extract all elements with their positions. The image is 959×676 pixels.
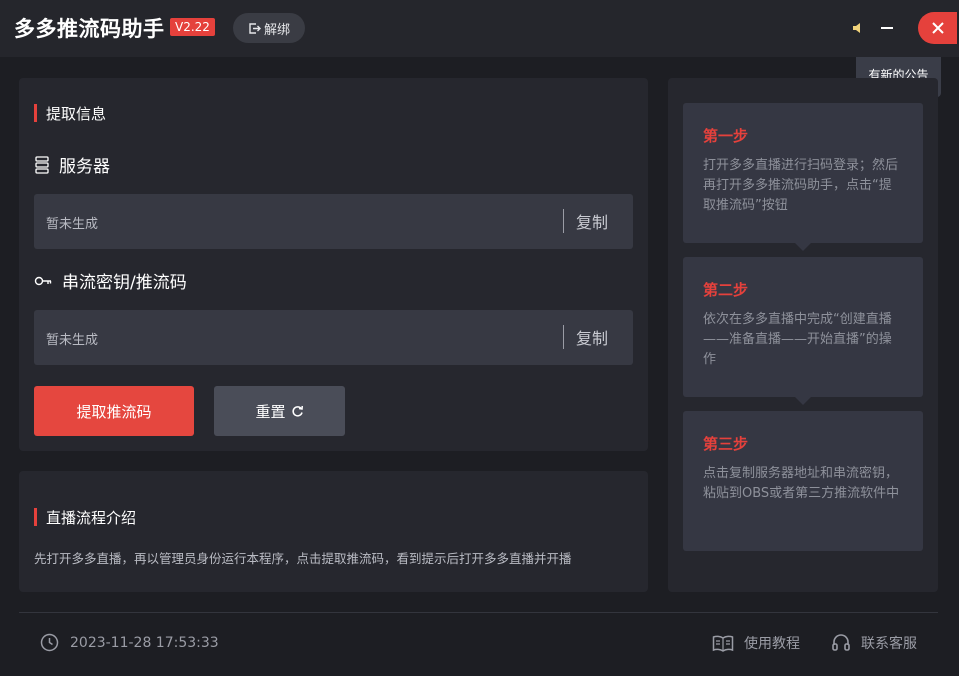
datetime-text: 2023-11-28 17:53:33 [70,634,219,651]
minimize-icon[interactable] [878,19,896,37]
copy-server-button[interactable]: 复制 [576,209,608,233]
intro-panel: 直播流程介绍 先打开多多直播，再以管理员身份运行本程序，点击提取推流码，看到提示… [19,471,648,592]
reset-label: 重置 [255,402,286,421]
step-card: 第三步 点击复制服务器地址和串流密钥，粘贴到OBS或者第三方推流软件中 [683,411,923,551]
refresh-icon [291,405,303,417]
headset-icon [832,634,850,651]
unbind-button[interactable]: 解绑 [233,13,305,43]
step-card: 第一步 打开多多直播进行扫码登录；然后再打开多多推流码助手，点击“提取推流码”按… [683,103,923,251]
step-card: 第二步 依次在多多直播中完成“创建直播——准备直播——开始直播”的操作 [683,257,923,405]
extract-section-title: 提取信息 [34,103,106,124]
step-title: 第三步 [703,435,749,453]
clock-icon [40,633,59,652]
key-label-row: 串流密钥/推流码 [34,268,187,293]
exit-icon [249,22,261,34]
key-field: 暂未生成 复制 [34,310,633,365]
step-desc: 点击复制服务器地址和串流密钥，粘贴到OBS或者第三方推流软件中 [703,466,900,501]
tutorial-label: 使用教程 [744,636,800,652]
key-value: 暂未生成 [46,333,99,348]
key-icon [34,276,52,285]
server-label: 服务器 [59,157,110,177]
step-desc: 依次在多多直播中完成“创建直播——准备直播——开始直播”的操作 [703,312,892,367]
step-arrow [795,243,811,251]
extract-panel: 提取信息 服务器 暂未生成 复制 串流密钥/推流码 暂未生成 复制 提取推流码 … [19,78,648,451]
server-icon [35,155,49,174]
reset-button[interactable]: 重置 [214,386,345,436]
server-label-row: 服务器 [34,152,110,177]
extract-code-button[interactable]: 提取推流码 [34,386,194,436]
speaker-icon[interactable] [850,19,868,37]
step-arrow [795,397,811,405]
field-divider [563,325,564,349]
book-icon [712,635,734,652]
field-divider [563,209,564,233]
title-bar: 多多推流码助手 V2.22 解绑 [0,0,959,57]
footer-datetime-row: 2023-11-28 17:53:33 [40,633,219,652]
step-title: 第二步 [703,281,749,299]
steps-panel: 第一步 打开多多直播进行扫码登录；然后再打开多多推流码助手，点击“提取推流码”按… [668,78,938,592]
intro-section-title: 直播流程介绍 [34,507,136,528]
copy-key-button[interactable]: 复制 [576,325,608,349]
intro-text: 先打开多多直播，再以管理员身份运行本程序，点击提取推流码，看到提示后打开多多直播… [34,551,572,566]
step-title: 第一步 [703,127,749,145]
app-title: 多多推流码助手 [14,17,165,41]
step-desc: 打开多多直播进行扫码登录；然后再打开多多推流码助手，点击“提取推流码”按钮 [703,158,899,213]
server-value: 暂未生成 [46,217,99,232]
close-icon [931,22,944,34]
close-button[interactable] [918,12,957,44]
support-link[interactable]: 联系客服 [831,633,917,653]
support-label: 联系客服 [861,636,917,652]
tutorial-link[interactable]: 使用教程 [712,633,800,653]
unbind-label: 解绑 [263,22,290,38]
key-label: 串流密钥/推流码 [62,273,187,293]
version-badge: V2.22 [170,18,215,36]
footer-divider [19,612,938,613]
server-field: 暂未生成 复制 [34,194,633,249]
